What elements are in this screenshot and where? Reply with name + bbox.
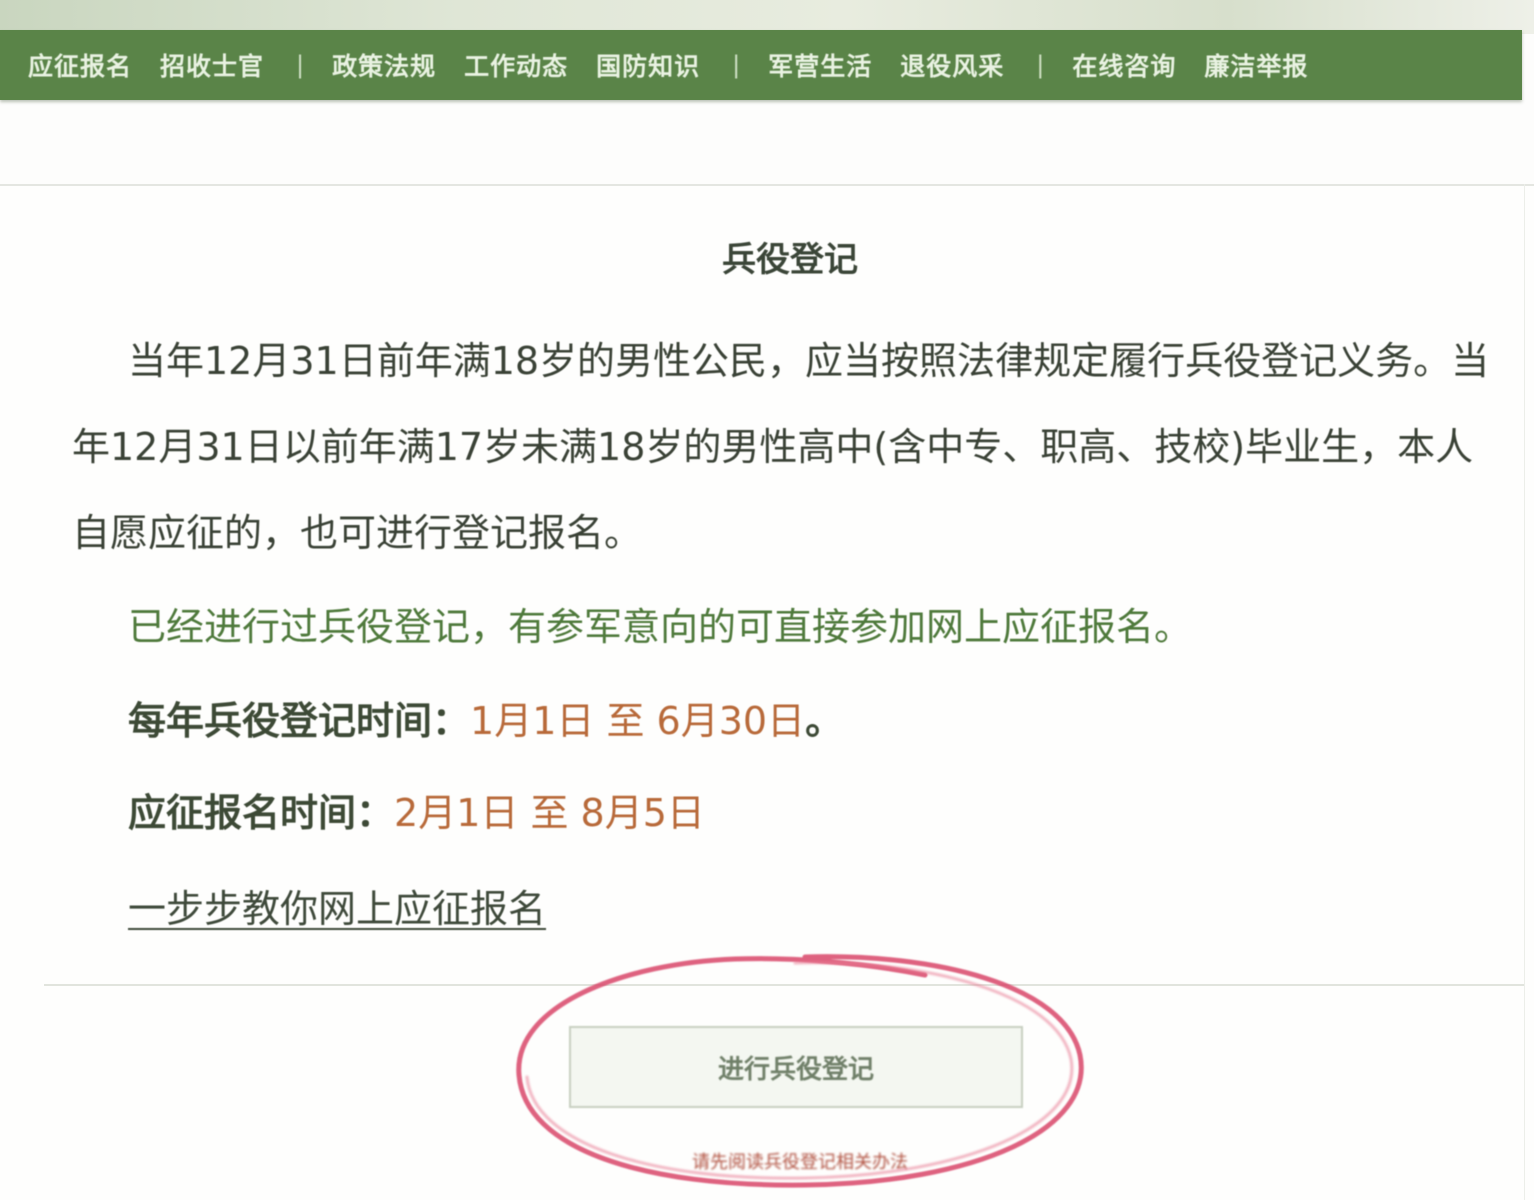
nav-item-veterans[interactable]: 退役风采 <box>900 47 1004 83</box>
nav-item-barracks-life[interactable]: 军营生活 <box>768 47 872 83</box>
page: 应征报名 招收士官 | 政策法规 工作动态 国防知识 | 军营生活 退役风采 |… <box>0 0 1534 1200</box>
registration-time-label: 每年兵役登记时间： <box>128 699 471 743</box>
online-application-guide-link[interactable]: 一步步教你网上应征报名 <box>128 878 546 933</box>
nav-separator: | <box>1036 51 1045 79</box>
nav-separator: | <box>732 51 741 79</box>
nav-item-policy[interactable]: 政策法规 <box>332 47 436 83</box>
section-title: 兵役登记 <box>722 240 858 280</box>
application-time-label: 应征报名时间： <box>128 791 395 835</box>
nav-item-online-consult[interactable]: 在线咨询 <box>1072 47 1176 83</box>
main-nav: 应征报名 招收士官 | 政策法规 工作动态 国防知识 | 军营生活 退役风采 |… <box>0 30 1522 100</box>
nav-item-enlist-apply[interactable]: 应征报名 <box>28 47 132 83</box>
nav-item-nco-recruit[interactable]: 招收士官 <box>160 47 264 83</box>
application-time-row: 应征报名时间：2月1日 至 8月5日 <box>128 782 705 837</box>
already-registered-paragraph: 已经进行过兵役登记，有参军意向的可直接参加网上应征报名。 <box>128 605 1193 649</box>
eligibility-paragraph: 当年12月31日前年满18岁的男性公民，应当按照法律规定履行兵役登记义务。当年1… <box>72 339 1490 555</box>
application-time-value: 2月1日 至 8月5日 <box>394 791 705 835</box>
register-note: 请先阅读兵役登记相关办法 <box>692 1152 908 1173</box>
nav-separator: | <box>296 51 305 79</box>
nav-item-integrity-report[interactable]: 廉洁举报 <box>1204 47 1308 83</box>
divider <box>44 984 1524 986</box>
nav-item-news[interactable]: 工作动态 <box>464 47 568 83</box>
nav-item-defense-knowledge[interactable]: 国防知识 <box>596 47 700 83</box>
registration-time-suffix: 。 <box>805 699 844 743</box>
registration-time-row: 每年兵役登记时间：1月1日 至 6月30日。 <box>128 690 843 745</box>
registration-time-value: 1月1日 至 6月30日 <box>470 699 806 743</box>
register-military-service-button[interactable]: 进行兵役登记 <box>569 1026 1023 1108</box>
header-banner <box>0 0 1534 34</box>
